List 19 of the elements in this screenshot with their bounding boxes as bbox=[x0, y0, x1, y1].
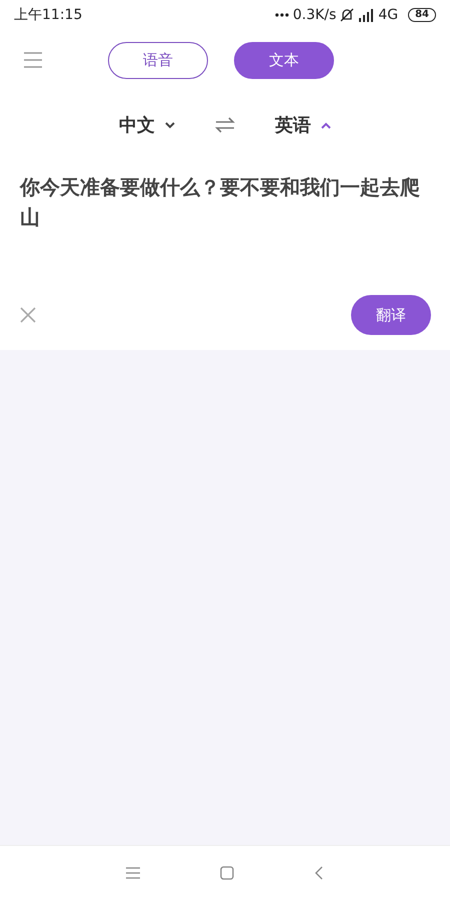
status-time: 上午11:15 bbox=[14, 6, 82, 24]
translate-button[interactable]: 翻译 bbox=[351, 295, 431, 335]
menu-icon[interactable] bbox=[126, 867, 140, 879]
home-icon[interactable] bbox=[220, 866, 234, 880]
bell-off-icon bbox=[340, 8, 354, 22]
close-icon[interactable] bbox=[20, 307, 36, 323]
mode-tab[interactable]: 文本 bbox=[234, 42, 334, 78]
network-type: 4G bbox=[378, 6, 398, 24]
back-icon[interactable] bbox=[314, 866, 324, 880]
language-selector[interactable]: 英语 bbox=[275, 112, 331, 138]
swap-icon[interactable] bbox=[215, 117, 235, 133]
signal-icon bbox=[358, 8, 374, 22]
mode-tab[interactable]: 语音 bbox=[108, 42, 208, 78]
dots-icon bbox=[274, 13, 289, 17]
input-text[interactable]: 你今天准备要做什么？要不要和我们一起去爬山 bbox=[20, 172, 430, 232]
menu-icon[interactable] bbox=[24, 52, 42, 68]
language-selector[interactable]: 中文 bbox=[119, 112, 175, 138]
battery-indicator: 84 bbox=[408, 8, 436, 22]
network-speed: 0.3K/s bbox=[292, 6, 336, 24]
